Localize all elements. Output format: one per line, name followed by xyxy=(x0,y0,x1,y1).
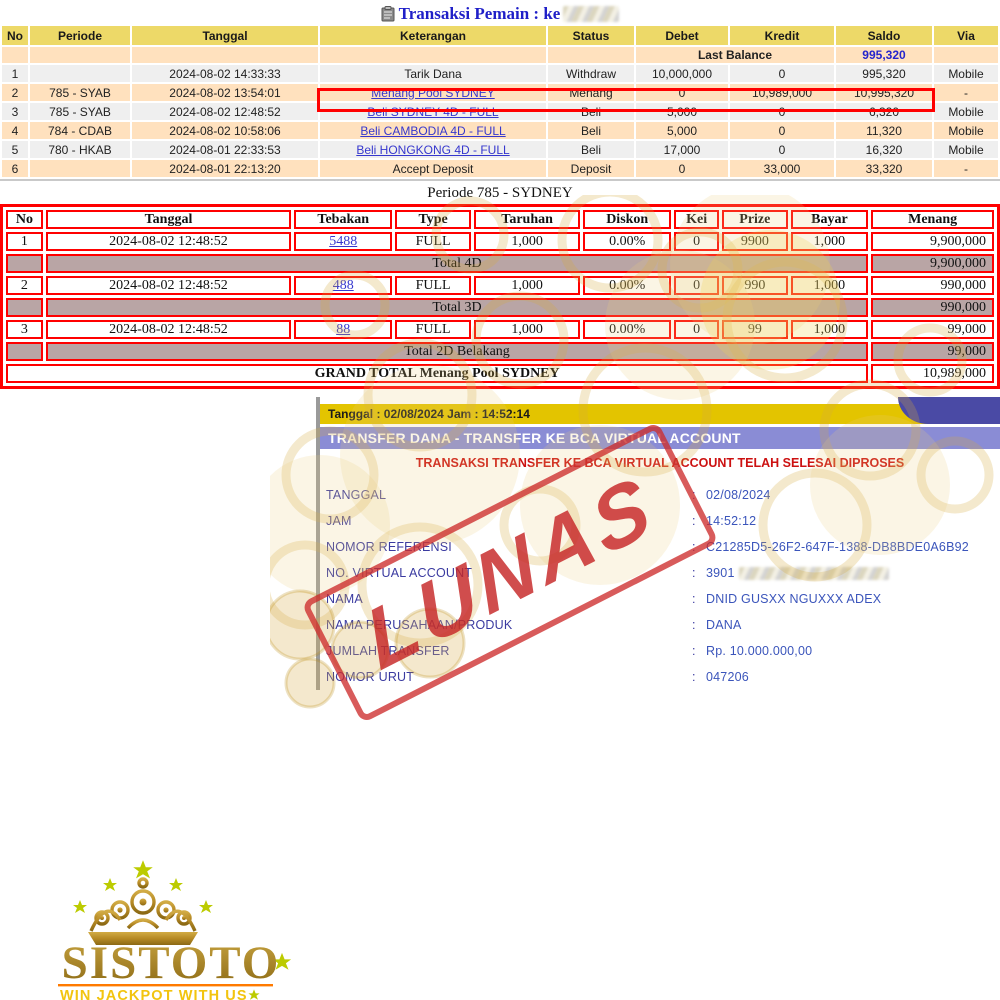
table-row: 2 785 - SYAB 2024-08-02 13:54:01 Menang … xyxy=(2,84,998,101)
last-balance-value: 995,320 xyxy=(836,47,932,63)
bet-row: 2 2024-08-02 12:48:52 488 FULL 1,000 0.0… xyxy=(6,276,994,295)
total-value: 99,000 xyxy=(871,342,994,361)
receipt-fields: TANGGAL: 02/08/2024 JAM: 14:52:12 NOMOR … xyxy=(320,482,1000,690)
logo-underline xyxy=(58,984,273,986)
tebakan-link[interactable]: 5488 xyxy=(329,234,357,249)
receipt-field-row: NOMOR URUT: 047206 xyxy=(326,664,1000,690)
transactions-header-row: No Periode Tanggal Keterangan Status Deb… xyxy=(2,26,998,45)
table-row: 3 785 - SYAB 2024-08-02 12:48:52 Beli SY… xyxy=(2,103,998,120)
transfer-receipt: Tanggal : 02/08/2024 Jam : 14:52:14 TRAN… xyxy=(316,397,1000,690)
total-row: Total 3D 990,000 xyxy=(6,298,994,317)
col-tanggal: Tanggal xyxy=(132,26,318,45)
keterangan-link[interactable]: Menang Pool SYDNEY xyxy=(371,86,494,100)
receipt-field-row: JAM: 14:52:12 xyxy=(326,508,1000,534)
virtual-account-redacted xyxy=(739,567,889,580)
grand-total-row: GRAND TOTAL Menang Pool SYDNEY 10,989,00… xyxy=(6,364,994,383)
logo-wordmark: SISTOTO xyxy=(62,937,281,989)
receipt-datetime-bar: Tanggal : 02/08/2024 Jam : 14:52:14 xyxy=(320,404,1000,424)
receipt-corner-tab xyxy=(898,397,1000,424)
receipt-field-row: NOMOR REFERENSI: C21285D5-26F2-647F-1388… xyxy=(326,534,1000,560)
receipt-field-row: JUMLAH TRANSFER: Rp. 10.000.000,00 xyxy=(326,638,1000,664)
receipt-field-row: NO. VIRTUAL ACCOUNT: 3901 xyxy=(326,560,1000,586)
bets-table-wrap: No Tanggal Tebakan Type Taruhan Diskon K… xyxy=(0,204,1000,389)
periode-title: Periode 785 - SYDNEY xyxy=(0,185,1000,204)
page-title: Transaksi Pemain : ke xyxy=(0,0,1000,24)
col-via: Via xyxy=(934,26,998,45)
player-name-redacted xyxy=(563,6,619,22)
receipt-field-row: NAMA: DNID GUSXX NGUXXX ADEX xyxy=(326,586,1000,612)
total-label: Total 3D xyxy=(46,298,868,317)
col-status: Status xyxy=(548,26,634,45)
total-value: 9,900,000 xyxy=(871,254,994,273)
table-row: 4 784 - CDAB 2024-08-02 10:58:06 Beli CA… xyxy=(2,122,998,139)
col-debet: Debet xyxy=(636,26,728,45)
receipt-field-row: TANGGAL: 02/08/2024 xyxy=(326,482,1000,508)
tebakan-link[interactable]: 488 xyxy=(333,278,354,293)
bets-header-row: No Tanggal Tebakan Type Taruhan Diskon K… xyxy=(6,210,994,229)
tebakan-link[interactable]: 88 xyxy=(336,322,350,337)
sistoto-logo: SISTOTO WIN JACKPOT WITH US xyxy=(58,852,308,1000)
col-keterangan: Keterangan xyxy=(320,26,546,45)
keterangan-link[interactable]: Beli SYDNEY 4D - FULL xyxy=(367,105,498,119)
last-balance-label: Last Balance xyxy=(636,47,834,63)
total-label: Total 4D xyxy=(46,254,868,273)
bet-row: 1 2024-08-02 12:48:52 5488 FULL 1,000 0.… xyxy=(6,232,994,251)
page-title-text: Transaksi Pemain : ke xyxy=(399,4,561,23)
keterangan-text: Accept Deposit xyxy=(320,160,546,177)
grand-total-value: 10,989,000 xyxy=(871,364,994,383)
last-balance-row: Last Balance 995,320 xyxy=(2,47,998,63)
receipt-field-row: NAMA PERUSAHAAN/PRODUK: DANA xyxy=(326,612,1000,638)
transactions-table-wrap: No Periode Tanggal Keterangan Status Deb… xyxy=(0,24,1000,181)
receipt-title-bar: TRANSFER DANA - TRANSFER KE BCA VIRTUAL … xyxy=(320,427,1000,449)
bet-row: 3 2024-08-02 12:48:52 88 FULL 1,000 0.00… xyxy=(6,320,994,339)
total-value: 990,000 xyxy=(871,298,994,317)
col-saldo: Saldo xyxy=(836,26,932,45)
transactions-table: No Periode Tanggal Keterangan Status Deb… xyxy=(0,24,1000,179)
total-row: Total 4D 9,900,000 xyxy=(6,254,994,273)
table-row: 5 780 - HKAB 2024-08-01 22:33:53 Beli HO… xyxy=(2,141,998,158)
table-row: 6 2024-08-01 22:13:20 Accept Deposit Dep… xyxy=(2,160,998,177)
sistoto-logo-graphic: SISTOTO WIN JACKPOT WITH US xyxy=(58,852,308,1000)
logo-tagline: WIN JACKPOT WITH US xyxy=(60,988,248,1000)
col-kredit: Kredit xyxy=(730,26,834,45)
table-row: 1 2024-08-02 14:33:33 Tarik Dana Withdra… xyxy=(2,65,998,82)
receipt-header: Tanggal : 02/08/2024 Jam : 14:52:14 xyxy=(320,397,1000,424)
keterangan-text: Tarik Dana xyxy=(320,65,546,82)
keterangan-link[interactable]: Beli HONGKONG 4D - FULL xyxy=(356,143,509,157)
col-periode: Periode xyxy=(30,26,130,45)
keterangan-link[interactable]: Beli CAMBODIA 4D - FULL xyxy=(360,124,505,138)
receipt-status-text: TRANSAKSI TRANSFER KE BCA VIRTUAL ACCOUN… xyxy=(320,456,1000,470)
col-no: No xyxy=(2,26,28,45)
clipboard-icon xyxy=(381,6,395,22)
grand-total-label: GRAND TOTAL Menang Pool SYDNEY xyxy=(6,364,868,383)
total-row: Total 2D Belakang 99,000 xyxy=(6,342,994,361)
bets-table: No Tanggal Tebakan Type Taruhan Diskon K… xyxy=(3,207,997,386)
total-label: Total 2D Belakang xyxy=(46,342,868,361)
